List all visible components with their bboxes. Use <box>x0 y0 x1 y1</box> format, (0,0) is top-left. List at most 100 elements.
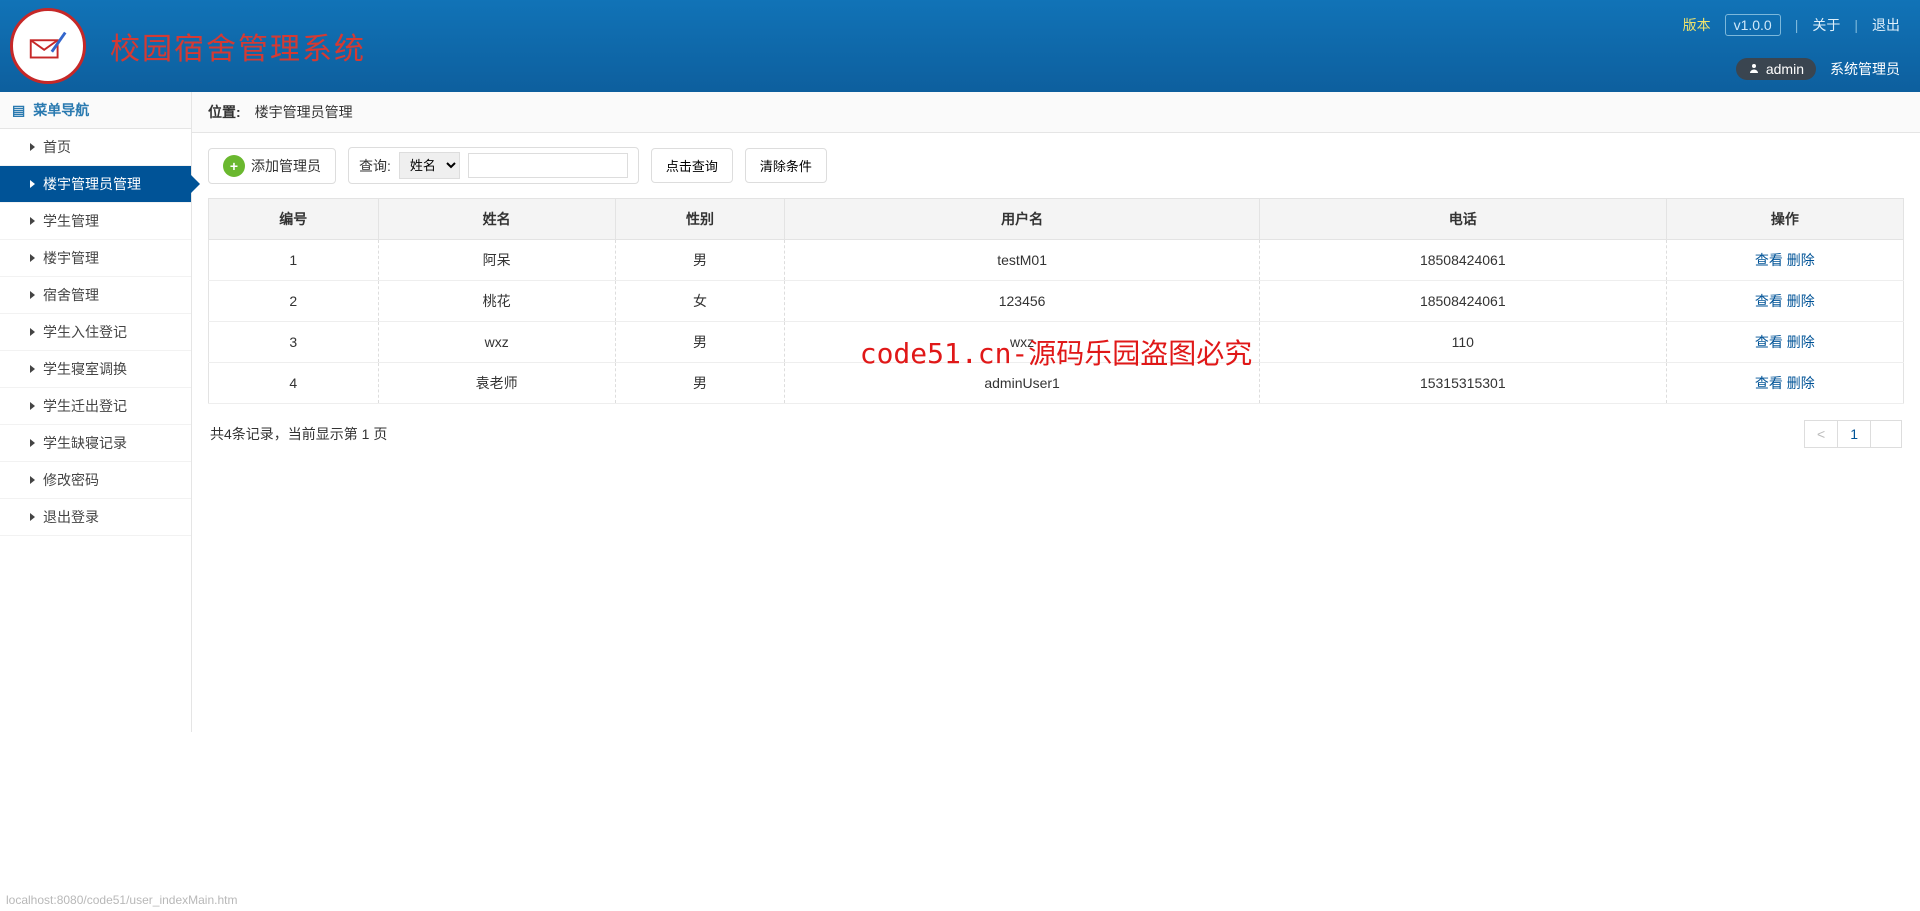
user-icon <box>1748 61 1760 77</box>
cell-ops: 查看 删除 <box>1666 240 1903 281</box>
cell-gender: 男 <box>615 240 785 281</box>
sidebar-item-label: 修改密码 <box>43 470 99 490</box>
sidebar-item-label: 学生入住登记 <box>43 322 127 342</box>
cell-id: 4 <box>209 363 379 404</box>
version-label: 版本 <box>1683 15 1711 35</box>
breadcrumb-current: 楼宇管理员管理 <box>255 102 353 122</box>
sidebar-item-9[interactable]: 修改密码 <box>0 462 191 499</box>
toolbar: + 添加管理员 查询: 姓名 点击查询 清除条件 <box>192 133 1920 198</box>
caret-icon <box>30 291 35 299</box>
app-logo <box>10 8 86 84</box>
col-header: 操作 <box>1666 199 1903 240</box>
cell-id: 2 <box>209 281 379 322</box>
cell-ops: 查看 删除 <box>1666 363 1903 404</box>
cell-gender: 女 <box>615 281 785 322</box>
user-role: 系统管理员 <box>1830 59 1900 79</box>
cell-phone: 18508424061 <box>1259 240 1666 281</box>
cell-name: 桃花 <box>378 281 615 322</box>
logout-link[interactable]: 退出 <box>1872 15 1900 35</box>
sidebar-item-label: 学生缺寝记录 <box>43 433 127 453</box>
sidebar-item-7[interactable]: 学生迁出登记 <box>0 388 191 425</box>
view-link[interactable]: 查看 <box>1755 293 1783 309</box>
cell-username: wxz <box>785 322 1260 363</box>
col-header: 电话 <box>1259 199 1666 240</box>
sidebar-item-4[interactable]: 宿舍管理 <box>0 277 191 314</box>
user-pill[interactable]: admin <box>1736 58 1816 80</box>
sidebar-item-1[interactable]: 楼宇管理员管理 <box>0 166 191 203</box>
delete-link[interactable]: 删除 <box>1787 334 1815 350</box>
sidebar-item-2[interactable]: 学生管理 <box>0 203 191 240</box>
add-admin-button[interactable]: + 添加管理员 <box>208 148 336 184</box>
clear-button[interactable]: 清除条件 <box>745 148 827 183</box>
sidebar-item-label: 宿舍管理 <box>43 285 99 305</box>
cell-id: 1 <box>209 240 379 281</box>
sidebar-item-0[interactable]: 首页 <box>0 129 191 166</box>
sidebar-item-label: 退出登录 <box>43 507 99 527</box>
sidebar-item-3[interactable]: 楼宇管理 <box>0 240 191 277</box>
sidebar-item-label: 楼宇管理员管理 <box>43 174 141 194</box>
cell-name: wxz <box>378 322 615 363</box>
caret-icon <box>30 217 35 225</box>
cell-gender: 男 <box>615 363 785 404</box>
page-prev[interactable]: < <box>1804 420 1838 448</box>
col-header: 姓名 <box>378 199 615 240</box>
sidebar-item-6[interactable]: 学生寝室调换 <box>0 351 191 388</box>
search-label: 查询: <box>359 156 391 176</box>
search-group: 查询: 姓名 <box>348 147 639 184</box>
caret-icon <box>30 254 35 262</box>
breadcrumb-label: 位置: <box>208 102 241 122</box>
caret-icon <box>30 402 35 410</box>
header-user-info: admin 系统管理员 <box>1736 58 1900 80</box>
col-header: 编号 <box>209 199 379 240</box>
cell-gender: 男 <box>615 322 785 363</box>
cell-username: testM01 <box>785 240 1260 281</box>
sidebar-item-5[interactable]: 学生入住登记 <box>0 314 191 351</box>
caret-icon <box>30 180 35 188</box>
record-summary: 共4条记录，当前显示第 1 页 <box>210 424 387 444</box>
sidebar: ▤ 菜单导航 首页楼宇管理员管理学生管理楼宇管理宿舍管理学生入住登记学生寝室调换… <box>0 92 192 732</box>
sidebar-item-label: 首页 <box>43 137 71 157</box>
table-row: 4袁老师男adminUser115315315301查看 删除 <box>209 363 1904 404</box>
cell-id: 3 <box>209 322 379 363</box>
sidebar-item-label: 楼宇管理 <box>43 248 99 268</box>
cell-username: adminUser1 <box>785 363 1260 404</box>
view-link[interactable]: 查看 <box>1755 334 1783 350</box>
username: admin <box>1766 61 1804 77</box>
sidebar-item-8[interactable]: 学生缺寝记录 <box>0 425 191 462</box>
view-link[interactable]: 查看 <box>1755 375 1783 391</box>
caret-icon <box>30 143 35 151</box>
col-header: 性别 <box>615 199 785 240</box>
view-link[interactable]: 查看 <box>1755 252 1783 268</box>
cell-phone: 18508424061 <box>1259 281 1666 322</box>
sidebar-title: ▤ 菜单导航 <box>0 92 191 129</box>
caret-icon <box>30 328 35 336</box>
caret-icon <box>30 365 35 373</box>
cell-ops: 查看 删除 <box>1666 322 1903 363</box>
cell-username: 123456 <box>785 281 1260 322</box>
sidebar-item-label: 学生寝室调换 <box>43 359 127 379</box>
status-bar-url: localhost:8080/code51/user_indexMain.htm <box>6 893 237 907</box>
search-button[interactable]: 点击查询 <box>651 148 733 183</box>
search-field-select[interactable]: 姓名 <box>399 152 460 179</box>
caret-icon <box>30 476 35 484</box>
admin-table: 编号姓名性别用户名电话操作 1阿呆男testM0118508424061查看 删… <box>208 198 1904 404</box>
caret-icon <box>30 513 35 521</box>
envelope-pen-icon <box>25 23 71 69</box>
delete-link[interactable]: 删除 <box>1787 293 1815 309</box>
about-link[interactable]: 关于 <box>1812 15 1840 35</box>
delete-link[interactable]: 删除 <box>1787 375 1815 391</box>
table-row: 2桃花女12345618508424061查看 删除 <box>209 281 1904 322</box>
main-content: 位置: 楼宇管理员管理 + 添加管理员 查询: 姓名 点击查询 清除条件 编号姓… <box>192 92 1920 732</box>
page-1[interactable]: 1 <box>1837 420 1871 448</box>
page-next[interactable] <box>1870 420 1902 448</box>
app-header: 校园宿舍管理系统 版本 v1.0.0 | 关于 | 退出 admin 系统管理员 <box>0 0 1920 92</box>
search-input[interactable] <box>468 153 628 178</box>
sidebar-item-label: 学生迁出登记 <box>43 396 127 416</box>
menu-icon: ▤ <box>12 102 25 119</box>
delete-link[interactable]: 删除 <box>1787 252 1815 268</box>
cell-ops: 查看 删除 <box>1666 281 1903 322</box>
cell-phone: 110 <box>1259 322 1666 363</box>
table-row: 3wxz男wxz110查看 删除 <box>209 322 1904 363</box>
col-header: 用户名 <box>785 199 1260 240</box>
sidebar-item-10[interactable]: 退出登录 <box>0 499 191 536</box>
